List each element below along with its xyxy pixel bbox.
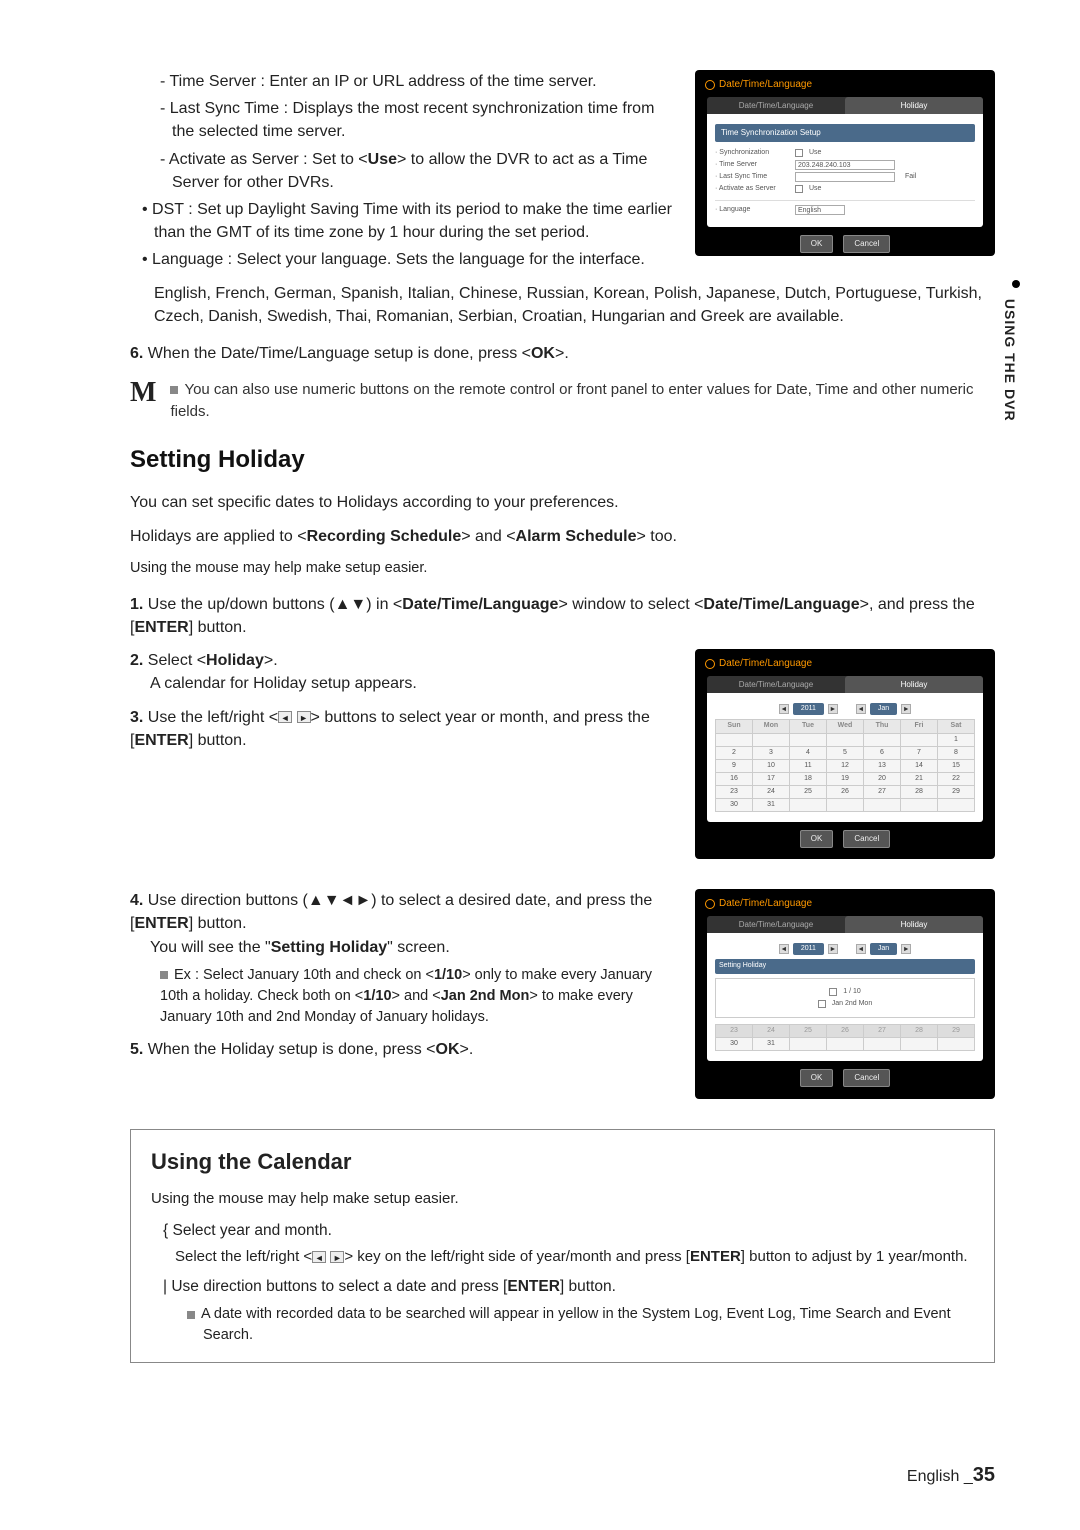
panel-time-sync: Date/Time/Language Date/Time/Language Ho…: [695, 70, 995, 256]
holiday-intro2: Holidays are applied to <Recording Sched…: [130, 525, 995, 548]
month-prev-button[interactable]: ◄: [856, 944, 866, 954]
calendar-nav: ◄2011► ◄Jan►: [715, 703, 975, 715]
bullet-item: Language : Select your language. Sets th…: [142, 248, 675, 271]
row-sync: · SynchronizationUse: [715, 148, 975, 158]
panel-setting-holiday: Date/Time/Language Date/Time/LanguageHol…: [695, 889, 995, 1099]
step-3: 3. Use the left/right <◄ ►> buttons to s…: [130, 706, 675, 752]
side-tab-bullet: [1012, 280, 1020, 288]
cancel-button[interactable]: Cancel: [843, 235, 890, 253]
panel-title: Date/Time/Language: [719, 78, 812, 93]
panel-tabs: Date/Time/Language Holiday: [707, 97, 983, 115]
right-arrow-icon: ►: [330, 1251, 344, 1263]
ok-button[interactable]: OK: [800, 235, 834, 253]
step-4: 4. Use direction buttons (▲▼◄►) to selec…: [130, 889, 675, 959]
time-server-list: Time Server : Enter an IP or URL address…: [130, 70, 675, 194]
cancel-button[interactable]: Cancel: [843, 830, 890, 848]
year-next-button[interactable]: ►: [828, 944, 838, 954]
panel-title-row: Date/Time/Language: [701, 76, 989, 95]
side-tab-text: USING THE DVR: [1002, 299, 1018, 422]
tab-holiday[interactable]: Holiday: [845, 916, 983, 934]
tab-datetime[interactable]: Date/Time/Language: [707, 676, 845, 694]
square-bullet-icon: [187, 1311, 195, 1319]
square-bullet-icon: [170, 386, 178, 394]
row-timeserver: · Time Server203.248.240.103: [715, 160, 975, 170]
year-prev-button[interactable]: ◄: [779, 704, 789, 714]
time-server-input[interactable]: 203.248.240.103: [795, 160, 895, 170]
using-calendar-box: Using the Calendar Using the mouse may h…: [130, 1129, 995, 1363]
calendar-mouse-note: Using the mouse may help make setup easi…: [151, 1188, 974, 1210]
dash-item: Activate as Server : Set to <Use> to all…: [160, 148, 675, 194]
ok-button[interactable]: OK: [800, 1069, 834, 1087]
step-2: 2. Select <Holiday>.A calendar for Holid…: [130, 649, 675, 695]
month-next-button[interactable]: ►: [901, 704, 911, 714]
checkbox-icon[interactable]: [829, 988, 837, 996]
top-left-text: Time Server : Enter an IP or URL address…: [130, 70, 675, 276]
globe-icon: [705, 80, 715, 90]
step-1: 1. Use the up/down buttons (▲▼) in <Date…: [130, 593, 995, 639]
calendar-item-1: { Select year and month.: [163, 1220, 974, 1242]
calendar-item-2: | Use direction buttons to select a date…: [163, 1276, 974, 1298]
step-6: 6. When the Date/Time/Language setup is …: [130, 342, 995, 365]
bullet-item: DST : Set up Daylight Saving Time with i…: [142, 198, 675, 244]
panel-buttons: OK Cancel: [701, 235, 989, 253]
sync-header: Time Synchronization Setup: [715, 124, 975, 142]
dash-item: Time Server : Enter an IP or URL address…: [160, 70, 675, 93]
cancel-button[interactable]: Cancel: [843, 1069, 890, 1087]
checkbox-icon[interactable]: [795, 149, 803, 157]
row-lastsync: · Last Sync TimeFail: [715, 172, 975, 182]
note-text: You can also use numeric buttons on the …: [170, 379, 995, 423]
calendar-item-1-sub: Select the left/right <◄ ►> key on the l…: [175, 1246, 974, 1268]
steps-4-5-row: 4. Use direction buttons (▲▼◄►) to selec…: [130, 889, 995, 1099]
left-arrow-icon: ◄: [278, 711, 292, 723]
calendar-item-2-note: A date with recorded data to be searched…: [187, 1304, 974, 1346]
left-arrow-icon: ◄: [312, 1251, 326, 1263]
language-list: English, French, German, Spanish, Italia…: [154, 282, 995, 328]
heading-setting-holiday: Setting Holiday: [130, 443, 995, 478]
row-activate: · Activate as ServerUse: [715, 184, 975, 194]
month-next-button[interactable]: ►: [901, 944, 911, 954]
checkbox-icon[interactable]: [818, 1000, 826, 1008]
panel-calendar: Date/Time/Language Date/Time/LanguageHol…: [695, 649, 995, 859]
year-prev-button[interactable]: ◄: [779, 944, 789, 954]
steps-2-3-text: 2. Select <Holiday>.A calendar for Holid…: [130, 649, 675, 859]
dash-item: Last Sync Time : Displays the most recen…: [160, 97, 675, 143]
note-row: M You can also use numeric buttons on th…: [130, 379, 995, 423]
right-arrow-icon: ►: [297, 711, 311, 723]
year-next-button[interactable]: ►: [828, 704, 838, 714]
globe-icon: [705, 899, 715, 909]
setting-holiday-bar: Setting Holiday: [715, 959, 975, 973]
side-tab: USING THE DVR: [1000, 280, 1020, 422]
page-footer: English _35: [907, 1461, 995, 1490]
tab-holiday[interactable]: Holiday: [845, 97, 983, 115]
globe-icon: [705, 659, 715, 669]
month-prev-button[interactable]: ◄: [856, 704, 866, 714]
step-5: 5. When the Holiday setup is done, press…: [130, 1038, 675, 1061]
row-language: · LanguageEnglish: [715, 200, 975, 215]
tab-datetime[interactable]: Date/Time/Language: [707, 916, 845, 934]
tab-holiday[interactable]: Holiday: [845, 676, 983, 694]
ok-button[interactable]: OK: [800, 830, 834, 848]
panel-body: Time Synchronization Setup · Synchroniza…: [707, 114, 983, 227]
language-input[interactable]: English: [795, 205, 845, 215]
steps-4-5-text: 4. Use direction buttons (▲▼◄►) to selec…: [130, 889, 675, 1099]
calendar-heading: Using the Calendar: [151, 1146, 974, 1178]
calendar-table[interactable]: SunMonTueWedThuFriSat 1 2345678 91011121…: [715, 719, 975, 812]
holiday-intro1: You can set specific dates to Holidays a…: [130, 491, 995, 514]
top-section: Time Server : Enter an IP or URL address…: [130, 70, 995, 276]
note-icon: M: [130, 379, 156, 423]
partial-calendar: 23242526272829 3031: [715, 1024, 975, 1051]
step-4-example: Ex : Select January 10th and check on <1…: [160, 965, 675, 1028]
bullet-list: DST : Set up Daylight Saving Time with i…: [130, 198, 675, 272]
steps-2-3-row: 2. Select <Holiday>.A calendar for Holid…: [130, 649, 995, 859]
tab-datetime[interactable]: Date/Time/Language: [707, 97, 845, 115]
checkbox-icon[interactable]: [795, 185, 803, 193]
holiday-options: 1 / 10 Jan 2nd Mon: [715, 978, 975, 1018]
mouse-note: Using the mouse may help make setup easi…: [130, 558, 995, 579]
square-bullet-icon: [160, 971, 168, 979]
last-sync-input[interactable]: [795, 172, 895, 182]
